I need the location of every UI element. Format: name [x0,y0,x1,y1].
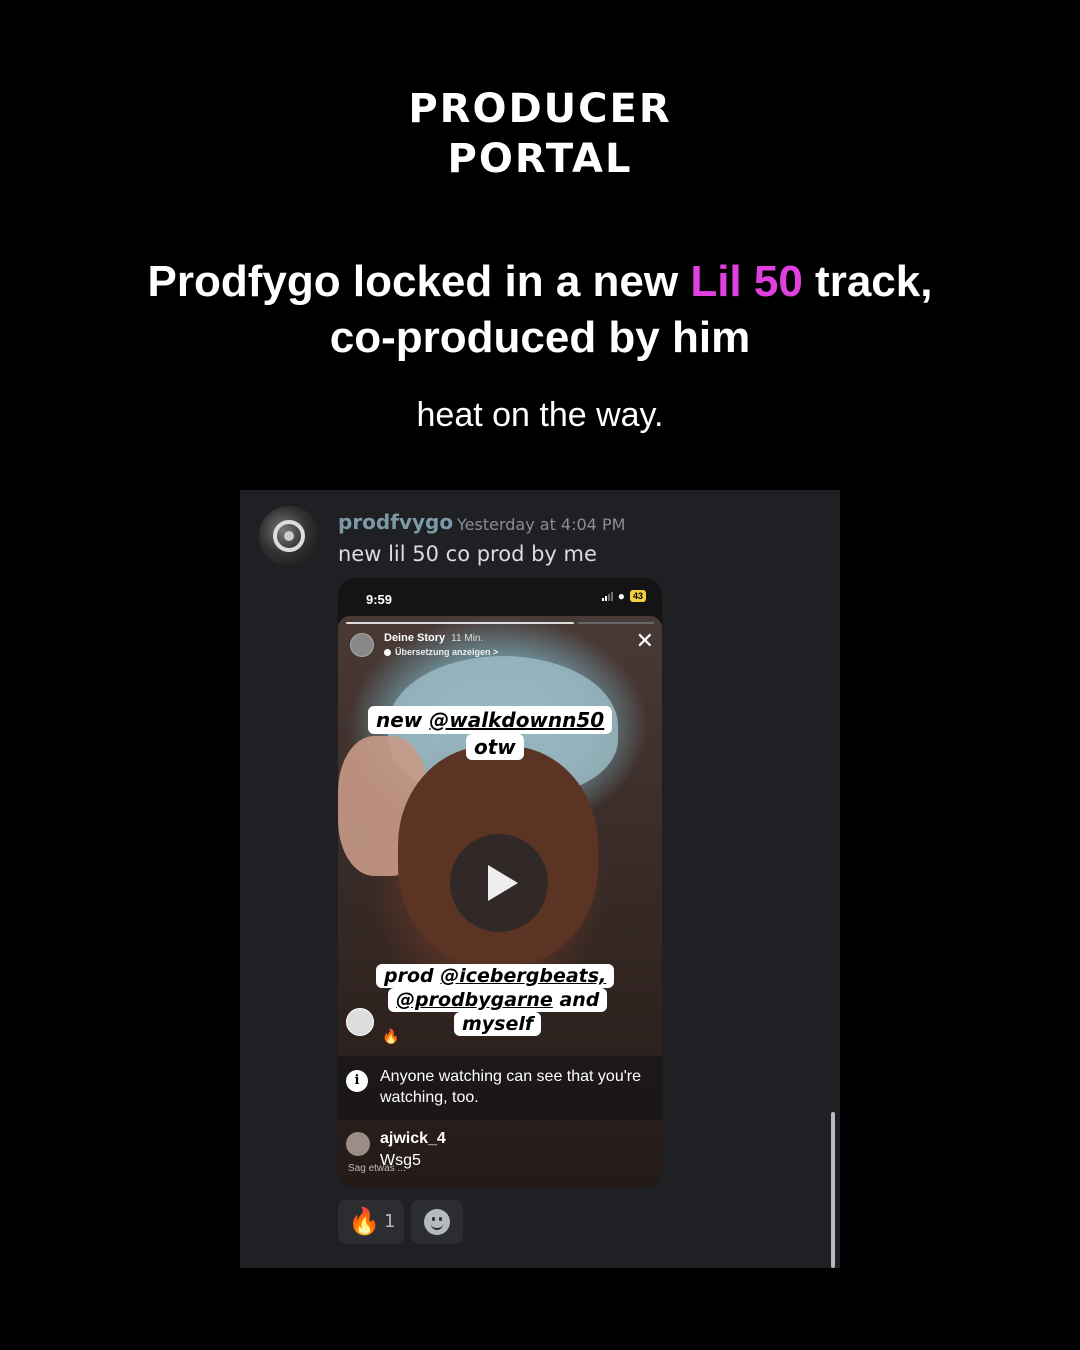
play-icon [488,865,518,901]
sticker-bottom-and: and [552,989,600,1011]
sticker-bottom-line3: myself [454,1012,542,1036]
sticker-bottom-line2: @prodbygarne and [388,988,608,1012]
wifi-icon: ● [617,589,625,603]
sticker-top-line1: new @walkdownn50 [368,706,613,734]
add-reaction-button[interactable] [411,1200,463,1244]
story-progress-remaining [578,622,654,624]
translate-icon [384,649,391,657]
signal-icon [601,591,613,601]
reply-input-placeholder[interactable]: Sag etwas ... [348,1163,406,1174]
fire-reaction-button[interactable]: 🔥 1 [338,1200,404,1244]
story-translate-link[interactable]: Übersetzung anzeigen > [384,647,498,657]
fire-icon: 🔥 [382,1028,400,1044]
story-user: Deine Story [384,632,446,644]
headline: Prodfygo locked in a new Lil 50 track, c… [140,254,940,366]
reaction-count: 1 [384,1211,396,1232]
fire-icon: 🔥 [348,1206,381,1236]
info-icon: i [346,1070,368,1092]
story-screenshot-attachment[interactable]: 9:59 ● 43 Deine Story 11 Min. Übersetzung… [338,578,662,1188]
wheel-hub [284,531,294,541]
story-avatar[interactable] [350,633,374,657]
notice-text: Anyone watching can see that you're watc… [380,1068,641,1106]
sticker-top-line2: otw [466,734,524,760]
play-button[interactable] [450,834,548,932]
story-age: 11 Min. [451,633,484,644]
status-icons: ● 43 [601,589,646,603]
avatar[interactable] [259,506,319,566]
sticker-bottom-handle2: @prodbygarne [396,989,553,1011]
sticker-bottom-line1: prod @icebergbeats, [376,964,615,988]
sticker-top-prefix: new [376,708,430,732]
logo-line-1: PRODUCER [408,86,672,132]
message-text: new lil 50 co prod by me [338,542,597,566]
producer-portal-logo: PRODUCER PORTAL [0,86,1080,182]
story-header: Deine Story 11 Min. [384,632,483,644]
viewing-notice: i Anyone watching can see that you're wa… [338,1056,662,1120]
subline: heat on the way. [416,396,664,434]
story-progress-bar [346,622,574,624]
logo-line-2: PORTAL [447,136,633,182]
discord-message-screenshot: prodfvygo Yesterday at 4:04 PM new lil 5… [240,490,840,1268]
story-view: Deine Story 11 Min. Übersetzung anzeigen … [338,616,662,1188]
message-username[interactable]: prodfvygo [338,510,453,534]
message-timestamp: Yesterday at 4:04 PM [457,515,626,534]
battery-indicator: 43 [629,590,646,602]
status-time: 9:59 [366,592,393,607]
viewer-avatar [346,1008,374,1036]
sticker-bottom-prefix: prod [384,965,441,987]
sticker-bottom-handle1: @icebergbeats, [440,965,607,987]
smiley-icon [424,1209,450,1235]
comment-avatar [346,1132,370,1156]
headline-highlight: Lil 50 [690,257,803,306]
headline-part-1: Prodfygo locked in a new [147,257,691,306]
translate-text: Übersetzung anzeigen > [395,647,499,657]
close-icon[interactable]: ✕ [636,630,654,652]
comment-user: ajwick_4 [380,1130,446,1147]
scrollbar[interactable] [831,1112,835,1268]
sticker-top-handle: @walkdownn50 [429,708,605,732]
